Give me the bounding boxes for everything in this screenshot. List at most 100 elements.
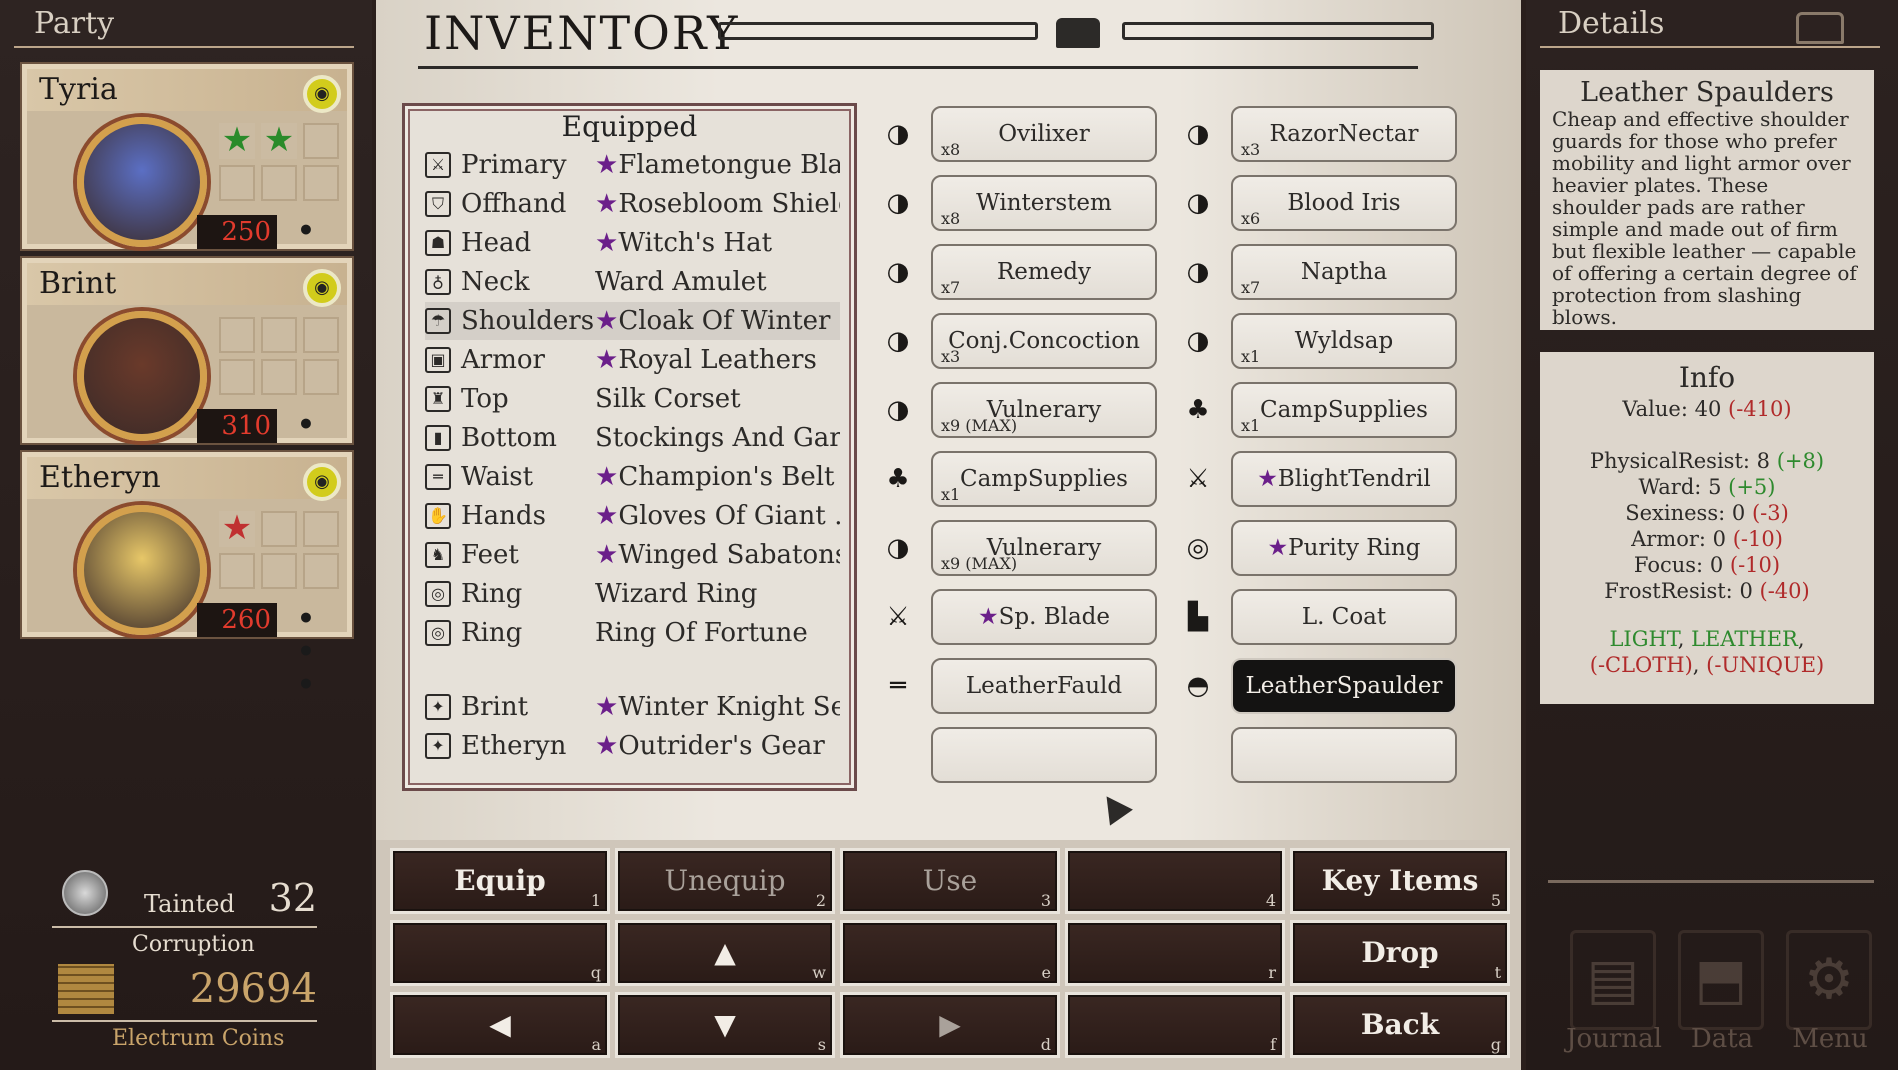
inventory-item[interactable]: Ovilixer x8 xyxy=(931,106,1157,162)
status-badge[interactable]: ◉ xyxy=(303,269,341,307)
potion-icon: ◑ xyxy=(886,533,910,563)
skill-slot[interactable] xyxy=(261,317,297,353)
status-badge[interactable]: ◉ xyxy=(303,463,341,501)
slot-icon: ♞ xyxy=(425,542,451,568)
equip-row-shoulders[interactable]: ☂ Shoulders ★Cloak Of Winter xyxy=(425,302,840,340)
inventory-item[interactable]: ★Purity Ring xyxy=(1231,520,1457,576)
command-label: Unequip xyxy=(664,864,786,897)
inventory-item[interactable]: L. Coat xyxy=(1231,589,1457,645)
slot-icon: ▣ xyxy=(425,347,451,373)
inventory-item[interactable]: CampSupplies x1 xyxy=(1231,382,1457,438)
inventory-item[interactable]: Blood Iris x6 xyxy=(1231,175,1457,231)
potion-icon: ◑ xyxy=(886,326,910,356)
equip-row-ring[interactable]: ◎ Ring Ring Of Fortune xyxy=(425,614,840,652)
equip-row-primary[interactable]: ⚔ Primary ★Flametongue Blade xyxy=(425,146,840,184)
inventory-item[interactable]: Naptha x7 xyxy=(1231,244,1457,300)
command-button-f[interactable]: f xyxy=(1065,992,1285,1058)
skill-slot[interactable] xyxy=(219,359,255,395)
skill-slot[interactable] xyxy=(303,511,339,547)
equip-row-offhand[interactable]: ⛉ Offhand ★Rosebloom Shield xyxy=(425,185,840,223)
slot-icon: ◎ xyxy=(425,620,451,646)
inventory-item[interactable]: Wyldsap x1 xyxy=(1231,313,1457,369)
equip-row-waist[interactable]: ═ Waist ★Champion's Belt xyxy=(425,458,840,496)
command-button-3[interactable]: Use 3 xyxy=(840,848,1060,914)
inventory-item[interactable]: ★Sp. Blade xyxy=(931,589,1157,645)
tags-positive: LIGHT, LEATHER, xyxy=(1609,627,1805,651)
command-button-s[interactable]: ▼ s xyxy=(615,992,835,1058)
inventory-item[interactable]: Vulnerary x9 (MAX) xyxy=(931,382,1157,438)
skill-slot[interactable] xyxy=(303,165,339,201)
equip-row-top[interactable]: ♜ Top Silk Corset xyxy=(425,380,840,418)
equip-row-feet[interactable]: ♞ Feet ★Winged Sabatons xyxy=(425,536,840,574)
item-label: Royal Leathers xyxy=(618,345,817,375)
command-button-a[interactable]: ◀ a xyxy=(390,992,610,1058)
tag: LIGHT xyxy=(1609,627,1678,651)
inventory-item[interactable]: LeatherSpaulder xyxy=(1231,658,1457,714)
empty-item-slot[interactable] xyxy=(931,727,1157,783)
inventory-item[interactable]: Winterstem x8 xyxy=(931,175,1157,231)
set-row[interactable]: ✦ Etheryn ★Outrider's Gear xyxy=(425,727,840,765)
command-button-w[interactable]: ▲ w xyxy=(615,920,835,986)
skill-slot[interactable] xyxy=(261,553,297,589)
command-button-1[interactable]: Equip 1 xyxy=(390,848,610,914)
skill-slot[interactable] xyxy=(261,165,297,201)
inventory-item[interactable]: CampSupplies x1 xyxy=(931,451,1157,507)
title-rule xyxy=(418,66,1418,69)
skill-slot[interactable]: ★ xyxy=(219,123,255,159)
skill-slot[interactable] xyxy=(303,123,339,159)
command-button-r[interactable]: r xyxy=(1065,920,1285,986)
party-member-card[interactable]: Tyria ◉ 250 • • •★★ xyxy=(22,64,352,313)
item-name: BlightTendril xyxy=(1277,466,1431,492)
equip-row-hands[interactable]: ✋ Hands ★Gloves Of Giant … xyxy=(425,497,840,535)
more-button[interactable]: • • • xyxy=(297,602,347,701)
set-row[interactable]: ✦ Brint ★Winter Knight Set xyxy=(425,688,840,726)
inventory-item[interactable]: Conj.Concoction x3 xyxy=(931,313,1157,369)
skill-slot[interactable] xyxy=(261,359,297,395)
skill-slot[interactable]: ★ xyxy=(219,511,255,547)
equip-row-neck[interactable]: ♁ Neck Ward Amulet xyxy=(425,263,840,301)
equip-row-bottom[interactable]: ▮ Bottom Stockings And Gart… xyxy=(425,419,840,457)
menu-button-menu[interactable]: ⚙ Menu xyxy=(1782,930,1878,1060)
command-button-g[interactable]: Back g xyxy=(1290,992,1510,1058)
status-badge[interactable]: ◉ xyxy=(303,75,341,113)
inventory-item[interactable]: RazorNectar x3 xyxy=(1231,106,1457,162)
title-bar-right xyxy=(1122,22,1434,40)
value-amount: 40 xyxy=(1694,397,1722,421)
command-button-t[interactable]: Drop t xyxy=(1290,920,1510,986)
party-member-card[interactable]: Brint ◉ 310 • • • xyxy=(22,258,352,507)
inventory-item[interactable]: ★BlightTendril xyxy=(1231,451,1457,507)
inventory-panel: INVENTORY Equipped ⚔ Primary ★Flametongu… xyxy=(376,0,1521,840)
skill-slot[interactable] xyxy=(303,317,339,353)
skill-slot[interactable] xyxy=(219,165,255,201)
command-button-q[interactable]: q xyxy=(390,920,610,986)
skill-slot[interactable] xyxy=(303,553,339,589)
stat-label: FrostResist: xyxy=(1604,579,1733,603)
divider xyxy=(52,926,317,928)
slot-label: Primary xyxy=(461,150,567,180)
menu-button-journal[interactable]: ▤ Journal xyxy=(1566,930,1662,1060)
command-button-4[interactable]: 4 xyxy=(1065,848,1285,914)
skill-slot[interactable] xyxy=(219,553,255,589)
command-button-d[interactable]: ▶ d xyxy=(840,992,1060,1058)
command-button-e[interactable]: e xyxy=(840,920,1060,986)
equip-row-armor[interactable]: ▣ Armor ★Royal Leathers xyxy=(425,341,840,379)
command-button-5[interactable]: Key Items 5 xyxy=(1290,848,1510,914)
skill-slot[interactable] xyxy=(219,317,255,353)
skill-slot[interactable] xyxy=(303,359,339,395)
skill-slot[interactable]: ★ xyxy=(261,123,297,159)
equip-row-ring[interactable]: ◎ Ring Wizard Ring xyxy=(425,575,840,613)
item-label: Outrider's Gear xyxy=(618,731,825,761)
empty-item-slot[interactable] xyxy=(1231,727,1457,783)
inventory-item[interactable]: Vulnerary x9 (MAX) xyxy=(931,520,1157,576)
party-member-card[interactable]: Etheryn ◉ 260 • • • ★ xyxy=(22,452,352,701)
hotkey-label: q xyxy=(590,963,601,982)
command-button-2[interactable]: Unequip 2 xyxy=(615,848,835,914)
coins-icon xyxy=(58,964,114,1014)
menu-button-data[interactable]: ⬒ Data xyxy=(1674,930,1770,1060)
hp-value: 250 xyxy=(197,215,277,249)
hotkey-label: f xyxy=(1270,1035,1276,1054)
inventory-item[interactable]: LeatherFauld xyxy=(931,658,1157,714)
equip-row-head[interactable]: ☗ Head ★Witch's Hat xyxy=(425,224,840,262)
skill-slot[interactable] xyxy=(261,511,297,547)
inventory-item[interactable]: Remedy x7 xyxy=(931,244,1157,300)
